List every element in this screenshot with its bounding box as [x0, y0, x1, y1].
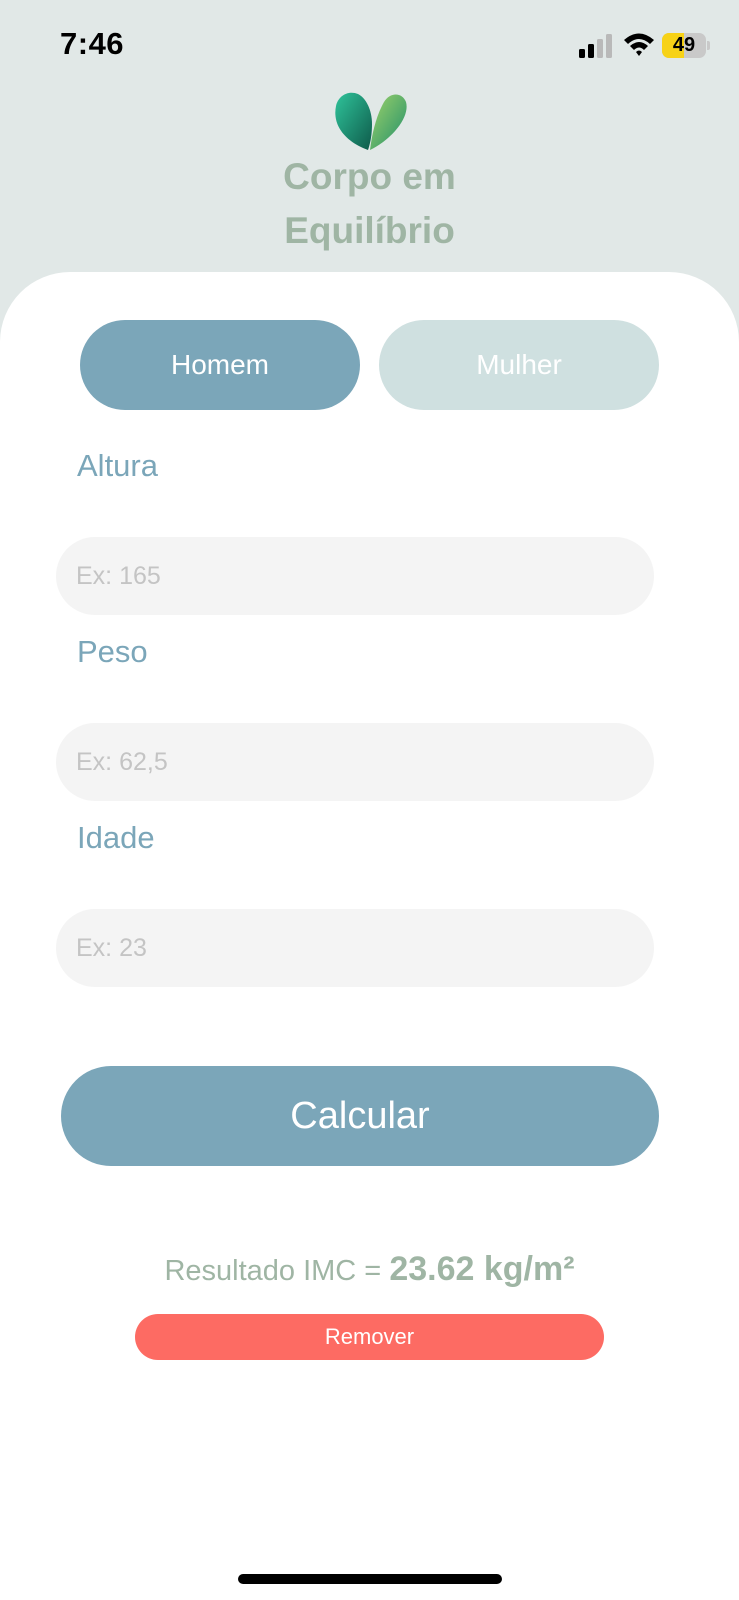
battery-cap — [707, 41, 710, 50]
weight-label: Peso — [77, 634, 148, 669]
male-button[interactable]: Homem — [80, 320, 360, 410]
battery-body: 49 — [662, 33, 706, 58]
remove-button[interactable]: Remover — [135, 1314, 604, 1360]
battery-indicator: 49 — [662, 33, 710, 58]
bmi-result: Resultado IMC = 23.62 kg/m² — [0, 1250, 739, 1289]
calculate-button[interactable]: Calcular — [61, 1066, 659, 1166]
age-input[interactable] — [56, 909, 654, 987]
status-bar: 7:46 49 — [0, 0, 739, 90]
status-time: 7:46 — [60, 26, 125, 61]
bmi-result-value: 23.62 kg/m² — [389, 1250, 575, 1288]
age-label: Idade — [77, 820, 155, 855]
app-title-line2: Equilíbrio — [284, 210, 455, 251]
wifi-icon — [624, 33, 654, 56]
battery-level: 49 — [672, 34, 696, 56]
female-button[interactable]: Mulher — [379, 320, 659, 410]
app-title: Corpo em Equilíbrio — [0, 150, 739, 258]
home-indicator[interactable] — [238, 1574, 502, 1584]
app-title-line1: Corpo em — [283, 156, 456, 197]
leaf-heart-icon — [335, 92, 407, 150]
bmi-result-label: Resultado IMC = — [164, 1255, 390, 1287]
height-label: Altura — [77, 448, 158, 483]
height-input[interactable] — [56, 537, 654, 615]
weight-input[interactable] — [56, 723, 654, 801]
cellular-signal-icon — [579, 34, 612, 58]
